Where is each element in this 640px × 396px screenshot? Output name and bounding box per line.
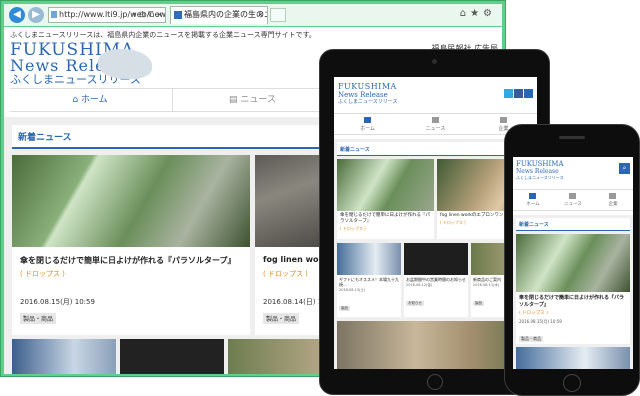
- news-title[interactable]: お盆期間中の営業時間のお知らせ: [404, 275, 468, 282]
- star-icon[interactable]: ★: [470, 8, 483, 19]
- news-image[interactable]: [337, 243, 401, 275]
- news-card-small[interactable]: ギフトにもオススメ！本場九十九焼... 2016.08.13(土) 製品: [337, 243, 401, 317]
- phone-header: FUKUSHIMA News Release ふくしまニュースリリース ⌕: [513, 157, 633, 187]
- home-icon: [529, 193, 536, 199]
- news-date: 2016.08.15(月) 10:59: [20, 298, 95, 306]
- news-icon: [569, 193, 576, 199]
- news-card-small[interactable]: お盆期間中の営業時間のお知らせ 2016.08.12(金) お知らせ: [404, 243, 468, 317]
- address-tools[interactable]: ▾ ⊡ C ×: [132, 8, 163, 22]
- address-bar[interactable]: http://www.lti9.jp/web/newsr ▾ ⊡ C ×: [48, 7, 166, 23]
- news-image[interactable]: [516, 234, 630, 292]
- news-vendor[interactable]: ( ドロップス ): [516, 309, 630, 317]
- news-card[interactable]: 傘を閉じるだけで簡単に日よけが作れる『パラソルタープ』 ( ドロップス ) 20…: [516, 234, 630, 344]
- news-thumbnail[interactable]: [12, 339, 116, 374]
- search-icon[interactable]: ⌕: [619, 163, 630, 174]
- news-category[interactable]: 製品: [339, 306, 350, 311]
- logo-line3: ふくしまニュースリリース: [516, 175, 564, 180]
- news-category[interactable]: 製品・商品: [263, 313, 300, 324]
- phone-nav: ホーム ニュース 企業: [513, 189, 633, 211]
- news-vendor[interactable]: ( ドロップス ): [20, 269, 65, 279]
- section-title-text: 新着ニュース: [18, 133, 72, 143]
- news-thumbnail[interactable]: [516, 347, 630, 369]
- company-icon: [609, 193, 616, 199]
- social-links: [503, 83, 533, 102]
- nav-label: ニュース: [564, 202, 582, 207]
- logo-line2: News Release: [338, 91, 388, 99]
- browser-icons: ⌂★⚙: [460, 8, 496, 19]
- site-tagline: ふくしまニュースリリースは、福島県内企業のニュースを掲載する企業ニュース専門サイ…: [10, 31, 316, 39]
- nav-label: ホーム: [360, 126, 375, 132]
- logo-line2: News Release: [516, 168, 559, 175]
- browser-tab[interactable]: 福島県内の企業の生のニュー... ×: [170, 6, 268, 24]
- section-title: 新着ニュース: [516, 218, 630, 231]
- home-icon: [364, 117, 371, 123]
- news-thumbnail[interactable]: [120, 339, 224, 374]
- nav-label: ニュース: [425, 126, 446, 132]
- logo-line1: FUKUSHIMA: [338, 82, 397, 91]
- tab-site-icon: [174, 11, 182, 19]
- news-icon: [432, 117, 439, 123]
- facebook-icon[interactable]: [514, 89, 523, 98]
- nav-home[interactable]: ホーム: [513, 190, 553, 210]
- search-icon[interactable]: [524, 89, 533, 98]
- news-image[interactable]: [404, 243, 468, 275]
- tab-close-icon[interactable]: ×: [257, 7, 264, 23]
- nav-label: ホーム: [526, 202, 540, 207]
- news-image[interactable]: [12, 155, 250, 247]
- logo-line3: ふくしまニュースリリース: [338, 99, 398, 105]
- new-tab-button[interactable]: [270, 8, 286, 22]
- stage: ◀ ▶ http://www.lti9.jp/web/newsr ▾ ⊡ C ×…: [0, 0, 640, 396]
- phone-device: FUKUSHIMA News Release ふくしまニュースリリース ⌕ ホー…: [504, 124, 640, 396]
- nav-label: 企業: [608, 202, 618, 207]
- news-category[interactable]: 製品・商品: [519, 336, 543, 342]
- news-category[interactable]: お知らせ: [406, 301, 424, 306]
- site-logo[interactable]: FUKUSHIMA News Release ふくしまニュースリリース: [516, 161, 564, 181]
- home-button-icon: [427, 374, 443, 390]
- camera-icon: [432, 59, 437, 64]
- nav-news[interactable]: ▤ ニュース: [172, 89, 332, 111]
- gear-icon[interactable]: ⚙: [483, 8, 496, 19]
- news-category[interactable]: 製品: [473, 301, 484, 306]
- news-vendor[interactable]: ( ドロップス ): [337, 225, 434, 233]
- news-title[interactable]: 傘を閉じるだけで簡単に日よけが作れる『パラソルタープ』: [20, 255, 236, 266]
- news-title[interactable]: ギフトにもオススメ！本場九十九焼...: [337, 275, 401, 287]
- news-title[interactable]: 傘を閉じるだけで簡単に日よけが作れる『パラソルタープ』: [516, 292, 630, 309]
- news-title[interactable]: 傘を閉じるだけで簡単に日よけが作れる『パラソルタープ』: [337, 211, 434, 225]
- nav-news[interactable]: ニュース: [553, 190, 593, 210]
- news-card[interactable]: 傘を閉じるだけで簡単に日よけが作れる『パラソルタープ』 ( ドロップス ): [337, 159, 434, 239]
- news-date: 2016.08.15(月) 10:59: [519, 319, 562, 324]
- back-arrow-icon[interactable]: ◀: [9, 7, 25, 23]
- logo-line1: FUKUSHIMA: [516, 160, 564, 168]
- fukushima-map-icon: [98, 49, 152, 79]
- home-button-icon: [563, 374, 581, 392]
- phone-body: 新着ニュース 傘を閉じるだけで簡単に日よけが作れる『パラソルタープ』 ( ドロッ…: [513, 215, 633, 369]
- forward-arrow-icon[interactable]: ▶: [28, 7, 44, 23]
- nav-company[interactable]: 企業: [593, 190, 633, 210]
- twitter-icon[interactable]: [504, 89, 513, 98]
- news-category[interactable]: 製品・商品: [20, 313, 57, 324]
- tab-title: 福島県内の企業の生のニュー...: [184, 10, 267, 19]
- news-thumbnail[interactable]: [228, 339, 330, 374]
- nav-home[interactable]: ⌂ ホーム: [10, 89, 170, 111]
- news-date: 2016.08.12(金): [406, 283, 433, 287]
- news-date: 2016.08.13(土): [339, 288, 366, 292]
- nav-home[interactable]: ホーム: [334, 114, 401, 134]
- news-image[interactable]: [337, 159, 434, 211]
- phone-screen: FUKUSHIMA News Release ふくしまニュースリリース ⌕ ホー…: [513, 157, 633, 369]
- news-card[interactable]: 傘を閉じるだけで簡単に日よけが作れる『パラソルタープ』 ( ドロップス ) 20…: [12, 155, 250, 335]
- nav-news[interactable]: ニュース: [402, 114, 469, 134]
- page-icon: [51, 11, 57, 18]
- browser-toolbar: ◀ ▶ http://www.lti9.jp/web/newsr ▾ ⊡ C ×…: [4, 4, 502, 26]
- speaker-icon: [559, 136, 585, 139]
- home-icon[interactable]: ⌂: [460, 8, 470, 19]
- site-logo[interactable]: FUKUSHIMA News Release ふくしまニュースリリース: [338, 83, 398, 106]
- news-vendor[interactable]: ( ドロップス ): [263, 269, 308, 279]
- tablet-header: FUKUSHIMA News Release ふくしまニュースリリース: [334, 77, 537, 111]
- company-icon: [500, 117, 507, 123]
